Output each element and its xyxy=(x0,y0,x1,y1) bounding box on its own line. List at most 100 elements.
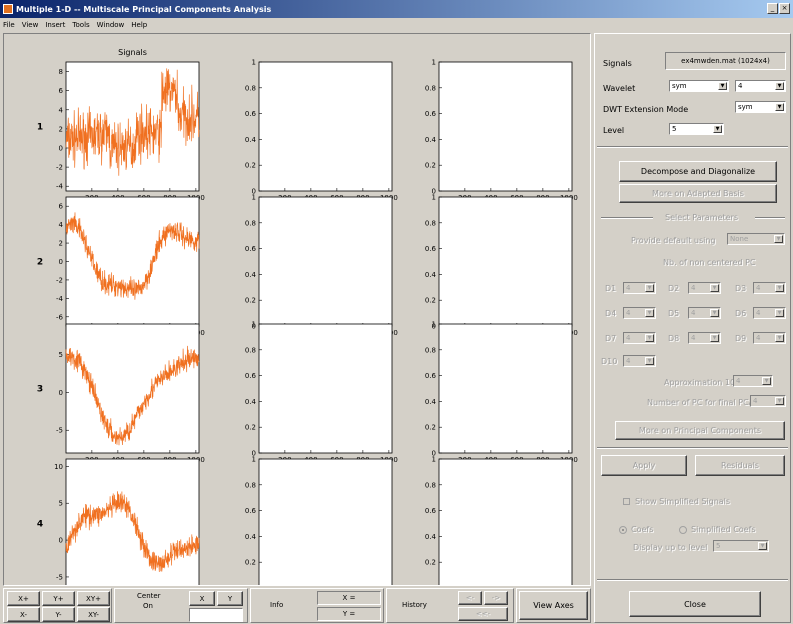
history-forward-button[interactable]: -> xyxy=(484,591,508,605)
plot-axes-r3-c2[interactable] xyxy=(258,323,393,454)
history-back-button[interactable]: <- xyxy=(458,591,482,605)
close-window-button[interactable]: × xyxy=(779,3,790,14)
zoom-x-minus-button[interactable]: X- xyxy=(7,607,40,622)
plot-axes-r1-c2[interactable] xyxy=(258,61,393,192)
show-simplified-checkbox[interactable] xyxy=(623,498,630,505)
zoom-y-minus-button[interactable]: Y- xyxy=(42,607,75,622)
apply-button[interactable]: Apply xyxy=(601,455,687,476)
zoom-y-plus-button[interactable]: Y+ xyxy=(42,591,75,606)
provide-default-select[interactable]: None ▼ xyxy=(727,233,785,245)
detail-level-select-d6[interactable]: 4 ▼ xyxy=(753,307,786,319)
detail-level-label-d6: D6 xyxy=(735,309,747,318)
info-label: Info xyxy=(270,601,284,609)
row-label-3: 3 xyxy=(37,385,43,395)
detail-level-label-d9: D9 xyxy=(735,334,747,343)
divider xyxy=(597,579,788,581)
detail-level-select-d5[interactable]: 4 ▼ xyxy=(688,307,721,319)
chevron-down-icon: ▼ xyxy=(713,125,722,133)
chevron-down-icon: ▼ xyxy=(710,284,719,292)
zoom-xy-minus-button[interactable]: XY- xyxy=(77,607,110,622)
final-pca-label: Number of PC for final PCA xyxy=(647,398,755,407)
more-principal-components-button[interactable]: More on Principal Components xyxy=(615,421,785,440)
plot-axes-r3-c3[interactable] xyxy=(438,323,573,454)
y-tick-label: 4 xyxy=(59,221,64,229)
detail-level-select-d3[interactable]: 4 ▼ xyxy=(753,282,786,294)
menu-file[interactable]: File xyxy=(3,21,15,29)
detail-level-select-d2[interactable]: 4 ▼ xyxy=(688,282,721,294)
menu-view[interactable]: View xyxy=(22,21,39,29)
simplified-coefs-radio[interactable] xyxy=(679,526,687,534)
detail-level-select-d7[interactable]: 4 ▼ xyxy=(623,332,656,344)
y-tick-label: 8 xyxy=(59,68,63,76)
detail-level-select-d10[interactable]: 4 ▼ xyxy=(623,355,656,367)
decompose-diagonalize-button[interactable]: Decompose and Diagonalize xyxy=(619,161,777,182)
display-level-select[interactable]: 5 ▼ xyxy=(713,540,769,552)
divider xyxy=(755,217,785,219)
residuals-button[interactable]: Residuals xyxy=(695,455,785,476)
y-tick-label: 0.2 xyxy=(425,297,436,305)
y-tick-label: 6 xyxy=(59,203,64,211)
divider xyxy=(597,146,788,148)
plot-axes-r2-c1[interactable] xyxy=(65,196,200,327)
chevron-down-icon: ▼ xyxy=(710,309,719,317)
wavelet-family-select[interactable]: sym ▼ xyxy=(669,80,729,92)
center-value-field[interactable] xyxy=(189,608,243,622)
y-tick-label: 0.8 xyxy=(245,481,256,489)
coefs-radio[interactable] xyxy=(619,526,627,534)
y-tick-label: 0.6 xyxy=(425,507,437,515)
plot-axes-r3-c1[interactable] xyxy=(65,323,200,454)
y-tick-label: 0.4 xyxy=(425,533,437,541)
more-adapted-basis-button[interactable]: More on Adapted Basis xyxy=(619,184,777,203)
zoom-xy-plus-button[interactable]: XY+ xyxy=(77,591,110,606)
y-tick-label: 1 xyxy=(432,456,436,464)
y-tick-label: 0 xyxy=(252,585,256,586)
center-y-button[interactable]: Y xyxy=(217,591,243,606)
y-tick-label: 1 xyxy=(432,59,436,67)
detail-level-label-d3: D3 xyxy=(735,284,747,293)
plot-axes-r4-c3[interactable] xyxy=(438,458,573,589)
detail-level-select-d9[interactable]: 4 ▼ xyxy=(753,332,786,344)
plot-axes-r1-c3[interactable] xyxy=(438,61,573,192)
detail-level-select-d8[interactable]: 4 ▼ xyxy=(688,332,721,344)
menu-help[interactable]: Help xyxy=(131,21,147,29)
detail-level-select-d4[interactable]: 4 ▼ xyxy=(623,307,656,319)
final-pca-select[interactable]: 4 ▼ xyxy=(750,395,786,407)
select-parameters-label: Select Parameters xyxy=(665,213,739,222)
y-tick-label: 5 xyxy=(59,351,63,359)
approximation-select[interactable]: 4 ▼ xyxy=(733,375,773,387)
detail-level-select-d1[interactable]: 4 ▼ xyxy=(623,282,656,294)
y-readout: Y = xyxy=(317,607,381,621)
history-label: History xyxy=(402,601,427,609)
coefs-label: Coefs xyxy=(631,525,654,534)
y-tick-label: 2 xyxy=(59,125,63,133)
plot-axes-r4-c2[interactable] xyxy=(258,458,393,589)
signals-file-display: ex4mwden.mat (1024x4) xyxy=(665,52,786,70)
y-tick-label: 0.4 xyxy=(245,271,257,279)
menu-window[interactable]: Window xyxy=(97,21,125,29)
history-reset-button[interactable]: <<- xyxy=(458,607,508,621)
y-tick-label: 0.8 xyxy=(425,346,436,354)
y-tick-label: 0.8 xyxy=(245,219,256,227)
plot-axes-r2-c3[interactable] xyxy=(438,196,573,327)
chevron-down-icon: ▼ xyxy=(718,82,727,90)
x-readout: X = xyxy=(317,591,381,605)
chevron-down-icon: ▼ xyxy=(775,103,784,111)
y-tick-label: 2 xyxy=(59,240,63,248)
history-panel: History <- -> <<- xyxy=(386,588,514,623)
zoom-x-plus-button[interactable]: X+ xyxy=(7,591,40,606)
menu-tools[interactable]: Tools xyxy=(72,21,89,29)
center-x-button[interactable]: X xyxy=(189,591,215,606)
menu-insert[interactable]: Insert xyxy=(45,21,65,29)
nb-pc-label: Nb. of non centered PC xyxy=(663,258,756,267)
chevron-down-icon: ▼ xyxy=(762,377,771,385)
dwt-mode-select[interactable]: sym ▼ xyxy=(735,101,786,113)
wavelet-order-select[interactable]: 4 ▼ xyxy=(735,80,786,92)
y-tick-label: 0.8 xyxy=(245,84,256,92)
y-tick-label: -6 xyxy=(56,313,64,321)
view-axes-button[interactable]: View Axes xyxy=(519,591,588,620)
minimize-button[interactable]: _ xyxy=(767,3,778,14)
close-button[interactable]: Close xyxy=(629,591,761,617)
level-select[interactable]: 5 ▼ xyxy=(669,123,724,135)
y-tick-label: 0.2 xyxy=(425,424,436,432)
plot-axes-r2-c2[interactable] xyxy=(258,196,393,327)
